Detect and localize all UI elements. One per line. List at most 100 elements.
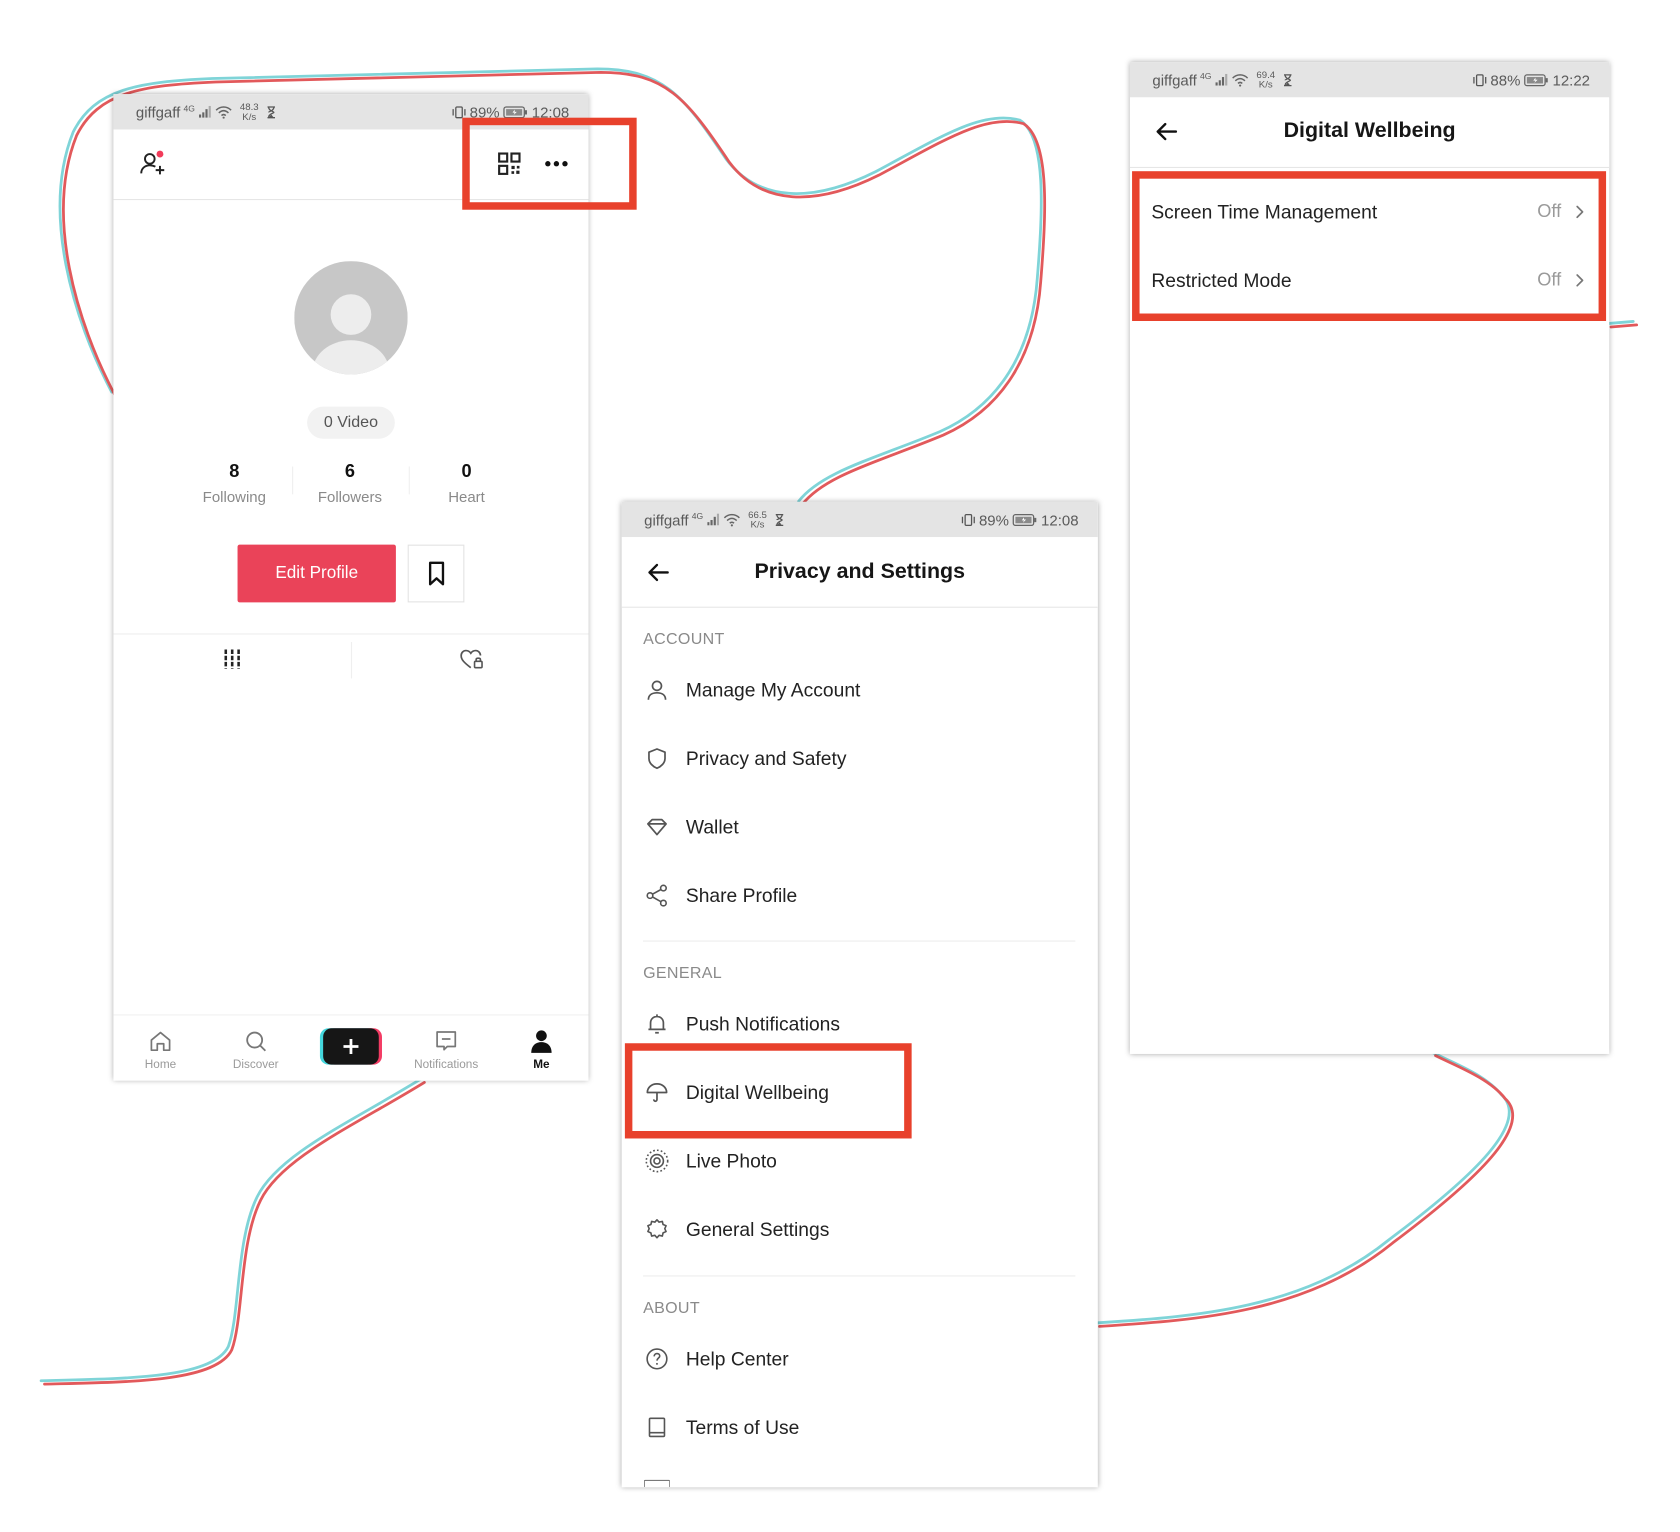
stat-label: Heart [448,487,485,506]
settings-item-privacy-safety[interactable]: Privacy and Safety [622,724,1098,792]
section-divider [643,1275,1076,1277]
settings-item-label: Help Center [685,1348,789,1370]
nav-label: Discover [232,1058,279,1072]
speed-unit: K/s [750,518,765,530]
vibrate-icon [1472,73,1487,86]
settings-item-label: Manage My Account [685,679,861,701]
status-bar: giffgaff 4G 66.5 K/s 89% 12:08 [621,501,1098,538]
tab-separator [350,642,353,679]
signal-icon [707,513,720,526]
section-heading-general: GENERAL [643,964,723,983]
stat-value: 8 [229,461,240,482]
create-plus-icon[interactable] [323,1028,379,1065]
section-heading-about: ABOUT [643,1298,700,1318]
settings-header: Privacy and Settings [621,537,1098,608]
wifi-icon [215,105,232,119]
vibrate-icon [451,105,466,118]
stat-label: Followers [317,487,382,506]
add-user-icon[interactable] [138,149,168,179]
gear-icon [644,1217,670,1243]
hourglass-icon [774,513,784,526]
signal-icon [1215,73,1229,86]
settings-item-help-center[interactable]: Help Center [622,1325,1098,1393]
live-photo-icon [644,1148,670,1174]
settings-item-wallet[interactable]: Wallet [622,793,1098,861]
bookmark-icon [423,560,449,588]
tutorial-canvas: giffgaff 4G 48.3 K/s 89% 12:08 0 Video 8… [0,0,1680,1531]
network-speed: 69.4 K/s [1256,70,1275,89]
page-title: Privacy and Settings [754,559,966,584]
book-icon [644,1415,670,1441]
stat-label: Following [202,487,266,506]
status-bar: giffgaff 4G 69.4 K/s 88% 12:22 [1129,62,1610,98]
share-icon [644,883,670,909]
clock: 12:22 [1552,71,1591,89]
profile-icon [529,1028,555,1054]
settings-item-label: Share Profile [685,884,798,907]
diamond-icon [644,814,670,840]
stat-following[interactable]: 8 Following [177,460,293,507]
hourglass-icon [1283,73,1293,86]
tab-divider [113,633,589,635]
hourglass-icon [266,105,276,118]
carrier-label: giffgaff [1152,71,1197,89]
battery-percent: 89% [978,510,1009,529]
clock: 12:08 [1041,510,1079,529]
stat-heart[interactable]: 0 Heart [409,460,525,507]
help-icon [644,1346,670,1372]
page-title: Digital Wellbeing [1283,118,1456,143]
settings-item-terms-of-use[interactable]: Terms of Use [622,1393,1098,1461]
settings-item-label: Terms of Use [685,1416,800,1439]
settings-item-label: Privacy and Safety [685,747,847,770]
inbox-icon [433,1028,459,1054]
speed-unit: K/s [242,110,257,122]
highlight-box-header-icons [462,117,637,210]
bell-icon [644,1011,670,1037]
section-divider [643,940,1076,942]
carrier-label: giffgaff [644,510,689,529]
wellbeing-header: Digital Wellbeing [1129,97,1610,168]
battery-icon [503,105,529,118]
settings-item-manage-account[interactable]: Manage My Account [622,656,1098,724]
nav-notifications[interactable]: Notifications [403,1028,489,1072]
nav-home[interactable]: Home [118,1028,204,1072]
edit-profile-button[interactable]: Edit Profile [237,544,396,603]
person-icon [644,677,670,703]
wifi-icon [1232,73,1249,87]
settings-item-label: General Settings [685,1218,830,1241]
network-speed: 66.5 K/s [748,509,767,530]
nav-me[interactable]: Me [499,1028,585,1072]
shield-icon [644,746,670,772]
highlight-box-wellbeing-options [1132,171,1607,322]
nav-label: Home [144,1058,177,1072]
settings-item-general-settings[interactable]: General Settings [622,1195,1098,1263]
highlight-box-digital-wellbeing [624,1043,912,1139]
network-type: 4G [691,511,704,522]
battery-icon [1012,513,1038,526]
settings-item-share-profile[interactable]: Share Profile [622,861,1098,929]
nav-discover[interactable]: Discover [213,1028,299,1072]
stat-value: 0 [461,461,472,482]
section-heading-account: ACCOUNT [643,630,725,649]
battery-percent: 88% [1490,71,1521,89]
battery-icon [1524,73,1550,86]
avatar[interactable] [294,261,408,375]
favorites-button[interactable] [407,544,465,603]
grid-icon[interactable] [219,646,245,672]
nav-label: Me [533,1058,550,1072]
home-icon [148,1028,174,1054]
vibrate-icon [961,513,976,526]
settings-item-label: Wallet [685,816,739,838]
stat-followers[interactable]: 6 Followers [292,460,408,507]
wifi-icon [724,513,741,526]
signal-icon [199,105,212,118]
network-type: 4G [183,103,195,114]
nav-label: Notifications [414,1058,479,1072]
speed-unit: K/s [1258,78,1273,90]
carrier-label: giffgaff [135,103,181,121]
liked-private-icon[interactable] [458,646,486,672]
partial-item-icon [644,1479,670,1488]
network-speed: 48.3 K/s [240,102,259,121]
network-type: 4G [1200,71,1212,82]
stat-value: 6 [344,461,355,482]
